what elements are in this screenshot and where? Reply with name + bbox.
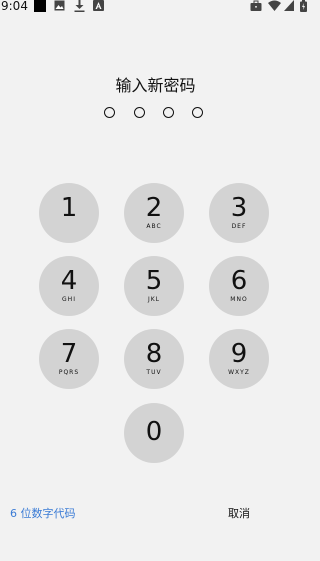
key-letters: JKL <box>147 296 161 303</box>
key-1[interactable]: 1 <box>39 183 99 243</box>
key-7[interactable]: 7 PQRS <box>39 329 99 389</box>
key-letters: ABC <box>146 223 162 230</box>
key-3[interactable]: 3 DEF <box>209 183 269 243</box>
key-4[interactable]: 4 GHI <box>39 256 99 316</box>
key-digit: 6 <box>230 266 248 296</box>
passcode-dot <box>134 107 145 118</box>
key-letters: MNO <box>230 296 248 303</box>
key-digit: 4 <box>60 266 78 296</box>
key-letters: TUV <box>146 369 162 376</box>
passcode-dot <box>163 107 174 118</box>
key-0[interactable]: 0 <box>124 403 184 463</box>
key-digit: 7 <box>60 339 78 369</box>
key-digit: 8 <box>145 339 163 369</box>
cancel-button[interactable]: 取消 <box>228 506 250 522</box>
key-digit: 1 <box>60 193 78 223</box>
signal-icon <box>284 0 294 11</box>
key-letters: WXYZ <box>228 369 250 376</box>
key-2[interactable]: 2 ABC <box>124 183 184 243</box>
passcode-dots <box>0 107 311 119</box>
passcode-screen: 9:04 输入新密码 1 2 ABC 3 DEF 4 GHI 5 JKL 6 M… <box>0 0 311 561</box>
six-digit-code-link[interactable]: 6 位数字代码 <box>10 506 76 522</box>
passcode-dot <box>104 107 115 118</box>
key-digit: 9 <box>230 339 248 369</box>
page-title: 输入新密码 <box>115 76 196 95</box>
image-icon <box>54 0 65 11</box>
briefcase-icon <box>250 0 262 11</box>
key-6[interactable]: 6 MNO <box>209 256 269 316</box>
passcode-dot <box>192 107 203 118</box>
key-5[interactable]: 5 JKL <box>124 256 184 316</box>
status-bar: 9:04 <box>0 0 311 14</box>
key-8[interactable]: 8 TUV <box>124 329 184 389</box>
key-digit: 2 <box>145 193 163 223</box>
download-icon <box>74 0 85 12</box>
wifi-icon <box>268 0 281 11</box>
notification-square-icon <box>34 0 46 12</box>
key-letters: PQRS <box>58 369 80 376</box>
a-badge-icon <box>93 0 104 11</box>
key-9[interactable]: 9 WXYZ <box>209 329 269 389</box>
key-letters: DEF <box>231 223 247 230</box>
key-digit: 5 <box>145 266 163 296</box>
battery-icon <box>300 0 307 12</box>
status-time: 9:04 <box>1 0 28 13</box>
key-letters: GHI <box>62 296 76 303</box>
key-digit: 3 <box>230 193 248 223</box>
key-digit: 0 <box>145 417 163 447</box>
